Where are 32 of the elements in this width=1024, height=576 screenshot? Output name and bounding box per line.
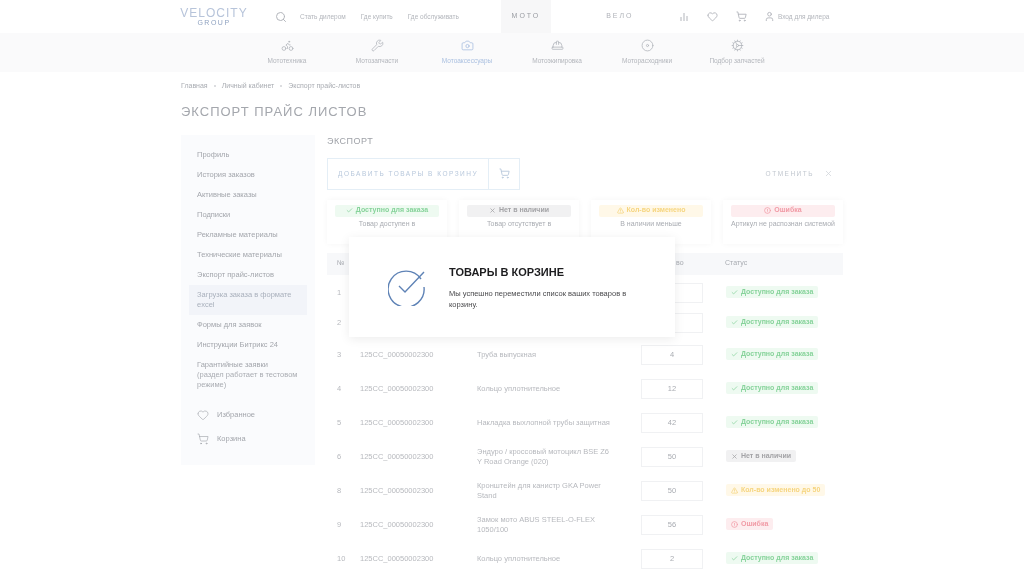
wrench-icon (370, 39, 384, 53)
page-title: ЭКСПОРТ ПРАЙС ЛИСТОВ (181, 102, 369, 121)
check-icon (731, 288, 738, 296)
close-icon (824, 169, 833, 178)
check-icon (731, 384, 738, 392)
cart-icon (197, 433, 209, 445)
check-icon (345, 207, 353, 214)
check-icon (731, 418, 738, 426)
dialog-title: ТОВАРЫ В КОРЗИНЕ (449, 264, 566, 280)
search-icon[interactable] (275, 10, 287, 23)
alert-circle-icon (731, 520, 738, 528)
close-icon (489, 207, 496, 214)
check-icon (731, 554, 738, 562)
camera-icon (460, 39, 474, 53)
close-icon (731, 452, 738, 460)
bicycle-icon (280, 39, 294, 53)
disc-icon (640, 39, 654, 53)
check-icon (731, 350, 738, 358)
user-icon (763, 11, 775, 22)
cog-icon (730, 39, 744, 53)
cart-icon[interactable] (735, 11, 747, 22)
warning-icon (616, 207, 624, 214)
check-icon (731, 318, 738, 326)
heart-icon (197, 409, 209, 421)
section-title: ЭКСПОРТ (327, 135, 375, 148)
cart-icon (498, 168, 510, 179)
heart-icon[interactable] (706, 11, 718, 22)
check-circle-icon (388, 268, 426, 306)
hard-hat-icon (550, 39, 564, 53)
alert-circle-icon (764, 207, 772, 214)
bar-chart-icon[interactable] (678, 11, 689, 22)
warning-icon (731, 486, 738, 494)
